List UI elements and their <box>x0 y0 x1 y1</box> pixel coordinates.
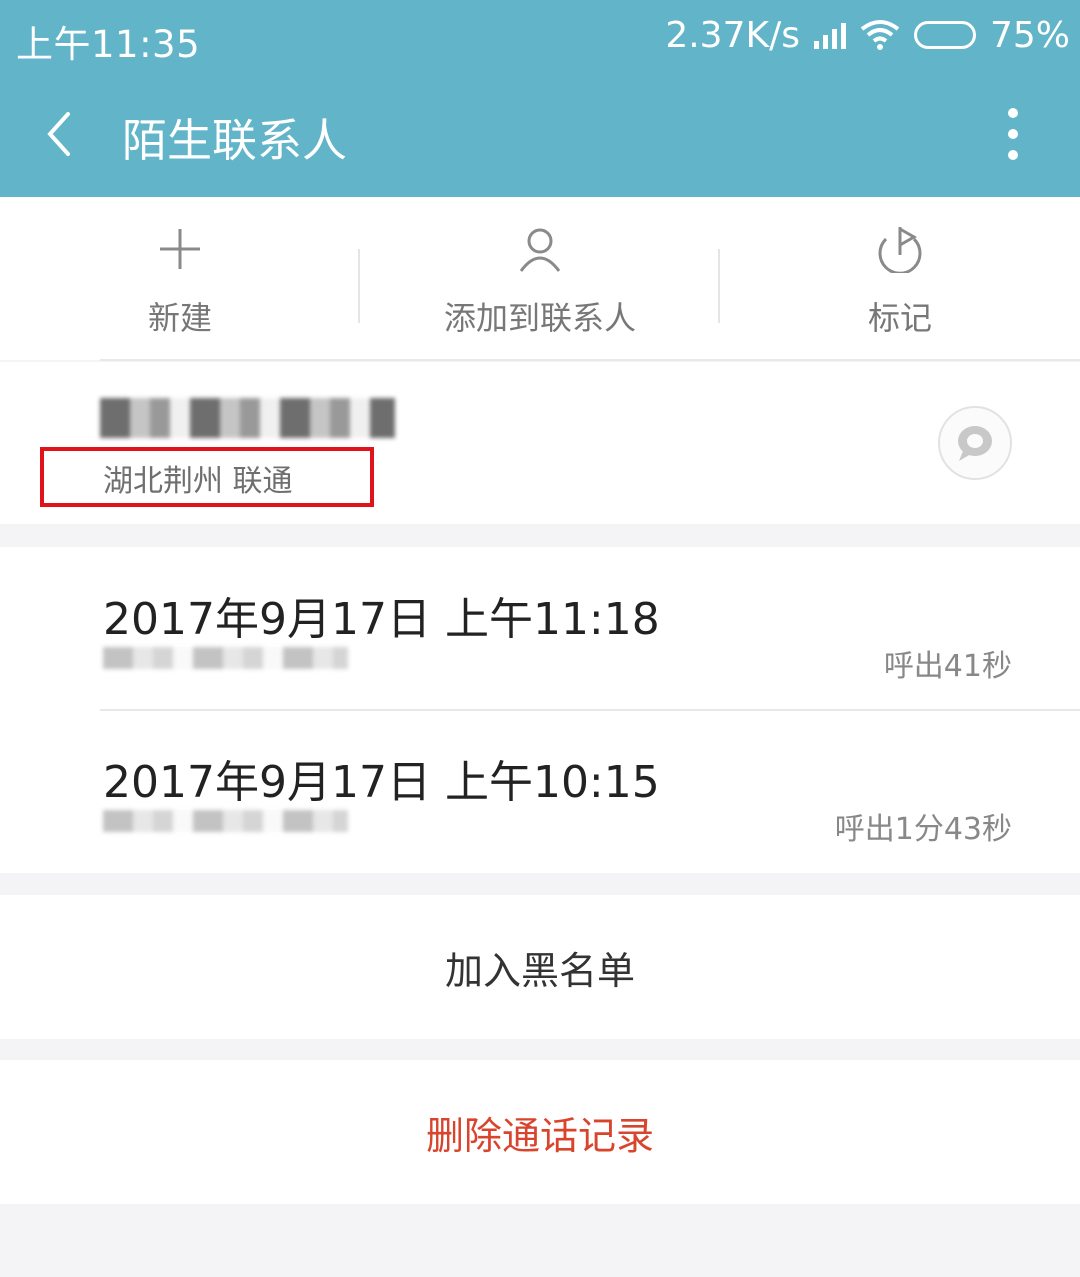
status-bar: 上午11:35 2.37K/s 75% <box>0 0 1080 70</box>
more-menu-icon[interactable] <box>998 108 1028 160</box>
add-to-blacklist-button[interactable]: 加入黑名单 <box>0 895 1080 1039</box>
action-bar: 新建 添加到联系人 标记 <box>0 197 1080 360</box>
call-datetime: 2017年9月17日 上午11:18 <box>103 594 660 645</box>
call-record[interactable]: 2017年9月17日 上午11:18 呼出41秒 <box>0 547 1080 710</box>
title-bar: 陌生联系人 <box>0 86 1080 182</box>
person-icon <box>519 228 561 272</box>
contact-info: 湖北荆州 联通 <box>0 362 1080 524</box>
call-duration: 呼出1分43秒 <box>834 812 1012 847</box>
battery-icon <box>913 21 976 49</box>
battery-percent: 75% <box>989 14 1070 56</box>
delete-call-log-button[interactable]: 删除通话记录 <box>0 1060 1080 1204</box>
phone-number-redacted <box>100 398 395 438</box>
status-time: 上午11:35 <box>16 23 201 66</box>
divider <box>358 249 360 323</box>
call-number-redacted <box>103 647 348 669</box>
message-bubble-icon <box>958 426 992 461</box>
message-button[interactable] <box>938 406 1012 480</box>
mark-label: 标记 <box>867 299 932 337</box>
status-indicators: 2.37K/s 75% <box>665 14 1070 56</box>
back-arrow-icon[interactable] <box>40 106 80 162</box>
page-title: 陌生联系人 <box>122 114 348 167</box>
call-history-list: 2017年9月17日 上午11:18 呼出41秒 2017年9月17日 上午10… <box>0 547 1080 873</box>
add-to-contacts-button[interactable]: 添加到联系人 <box>360 197 720 360</box>
wifi-icon <box>860 20 900 50</box>
new-contact-label: 新建 <box>147 299 212 337</box>
mark-button[interactable]: 标记 <box>720 197 1080 360</box>
call-datetime: 2017年9月17日 上午10:15 <box>103 757 660 808</box>
new-contact-button[interactable]: 新建 <box>0 197 360 360</box>
call-number-redacted <box>103 810 348 832</box>
call-record[interactable]: 2017年9月17日 上午10:15 呼出1分43秒 <box>0 710 1080 873</box>
divider <box>718 249 720 323</box>
flag-icon <box>878 227 922 273</box>
add-to-contacts-label: 添加到联系人 <box>443 299 636 337</box>
plus-icon <box>160 229 200 269</box>
app-bar: 上午11:35 2.37K/s 75% 陌生联系人 <box>0 0 1080 197</box>
highlight-box <box>40 447 374 507</box>
network-speed: 2.37K/s <box>665 14 800 56</box>
divider <box>100 359 1080 361</box>
call-duration: 呼出41秒 <box>883 649 1012 684</box>
signal-icon <box>813 21 846 49</box>
